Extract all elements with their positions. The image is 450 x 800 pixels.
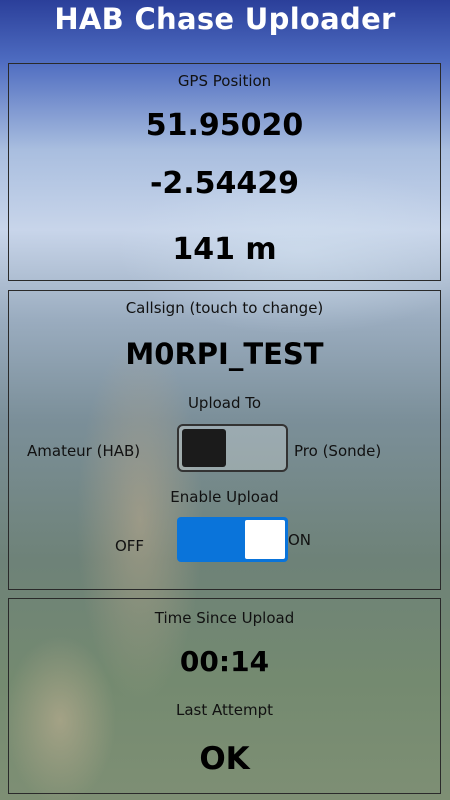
callsign-heading[interactable]: Callsign (touch to change) — [9, 299, 440, 317]
last-attempt-value: OK — [199, 741, 250, 777]
upload-to-heading: Upload To — [187, 394, 262, 412]
gps-latitude: 51.95020 — [145, 108, 304, 143]
upload-to-toggle[interactable] — [177, 424, 288, 472]
callsign-value[interactable]: M0RPI_TEST — [9, 337, 440, 371]
time-since-upload-heading: Time Since Upload — [154, 609, 295, 627]
enable-upload-heading: Enable Upload — [170, 488, 279, 506]
gps-heading: GPS Position — [177, 72, 272, 90]
enable-upload-on-label: ON — [288, 531, 312, 549]
gps-altitude: 141 m — [172, 232, 277, 267]
upload-to-toggle-knob — [182, 429, 226, 467]
last-attempt-heading: Last Attempt — [175, 701, 274, 719]
enable-upload-toggle-knob — [245, 520, 285, 559]
time-since-upload-value: 00:14 — [179, 645, 270, 678]
gps-panel: GPS Position 51.95020 -2.54429 141 m — [8, 63, 441, 281]
enable-upload-toggle[interactable] — [177, 517, 288, 562]
gps-longitude: -2.54429 — [149, 166, 300, 201]
upload-to-amateur-label: Amateur (HAB) — [27, 442, 141, 460]
enable-upload-off-label: OFF — [115, 537, 145, 555]
app-title: HAB Chase Uploader — [54, 2, 396, 36]
upload-status-panel: Time Since Upload 00:14 Last Attempt OK — [8, 598, 441, 794]
upload-to-pro-label: Pro (Sonde) — [294, 442, 382, 460]
upload-settings-panel: Callsign (touch to change) M0RPI_TEST Up… — [8, 290, 441, 590]
